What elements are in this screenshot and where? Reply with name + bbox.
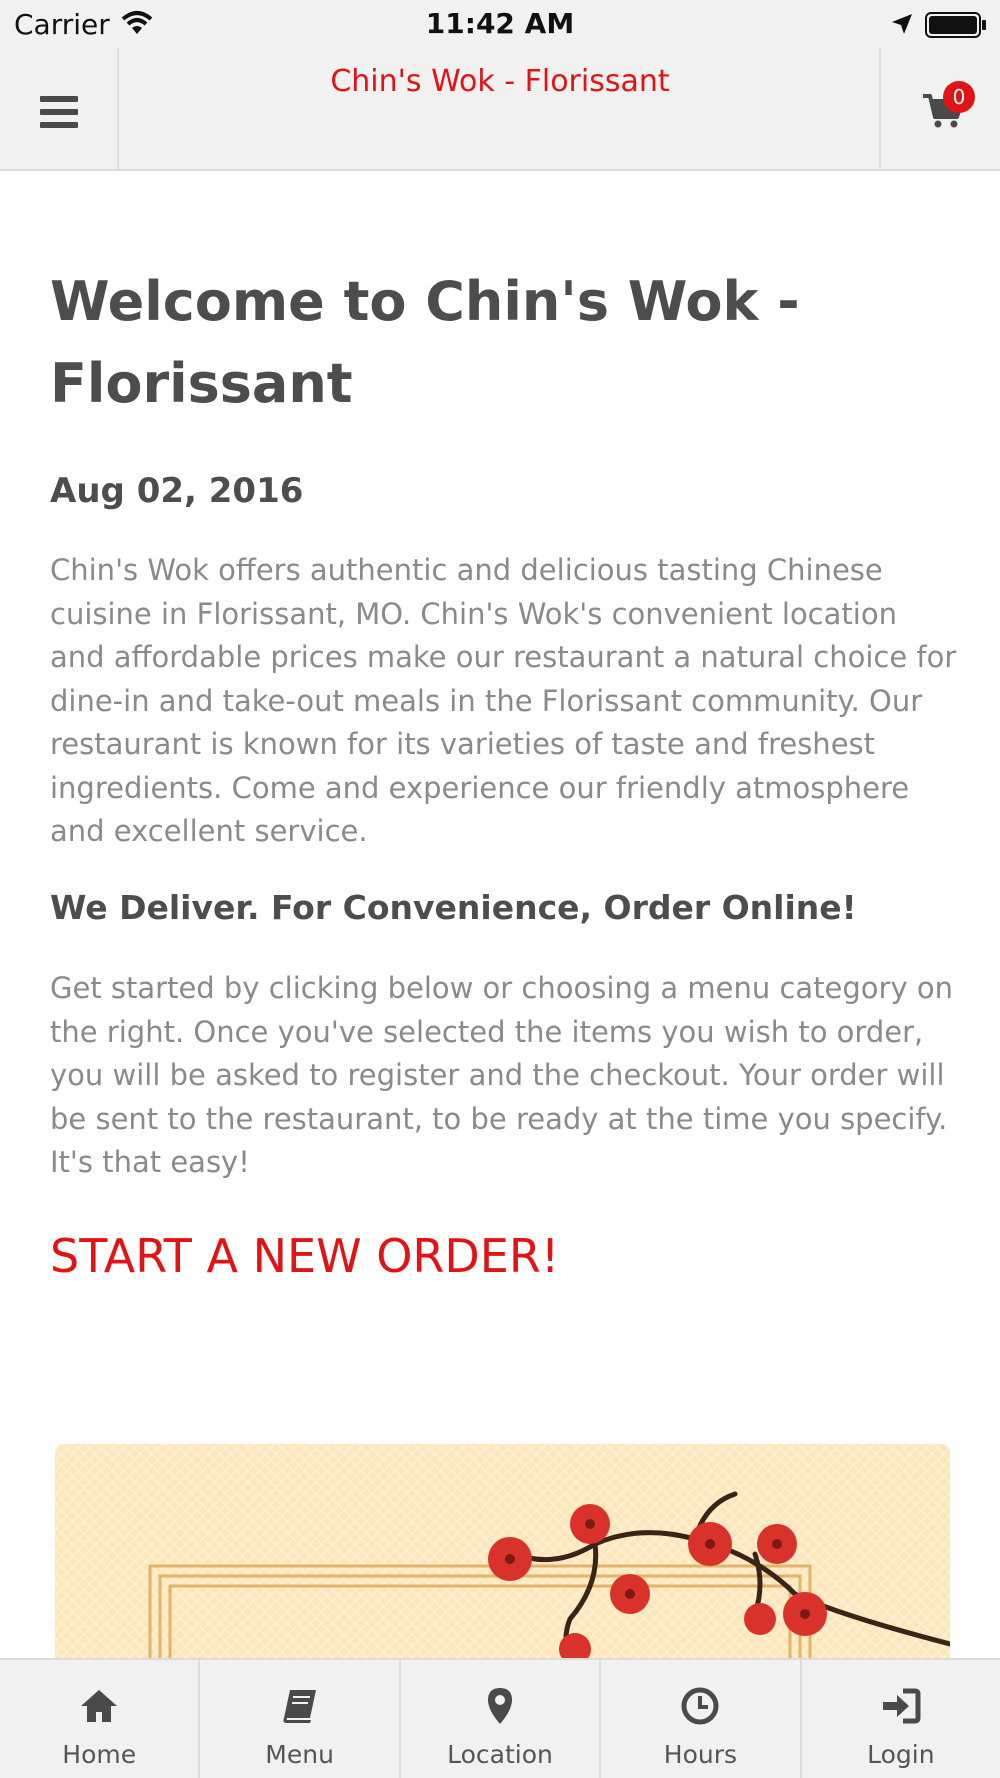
tab-menu[interactable]: Menu bbox=[200, 1660, 401, 1778]
tab-label: Login bbox=[867, 1740, 935, 1769]
menu-toggle-button[interactable] bbox=[0, 48, 119, 169]
start-new-order-link[interactable]: START A NEW ORDER! bbox=[50, 1229, 559, 1283]
banner-image bbox=[55, 1444, 950, 1664]
delivery-heading: We Deliver. For Convenience, Order Onlin… bbox=[50, 888, 857, 927]
instructions-paragraph: Get started by clicking below or choosin… bbox=[50, 971, 953, 1179]
tab-home[interactable]: Home bbox=[0, 1660, 201, 1778]
clock-icon bbox=[681, 1687, 719, 1725]
navbar: Chin's Wok - Florissant 0 bbox=[0, 48, 1000, 171]
map-marker-icon bbox=[488, 1688, 513, 1724]
cart-count-badge: 0 bbox=[943, 81, 975, 113]
status-time: 11:42 AM bbox=[425, 7, 575, 40]
cherry-blossom-illustration bbox=[148, 1491, 950, 1664]
battery-icon bbox=[925, 12, 986, 38]
hamburger-icon bbox=[40, 96, 78, 128]
cart-button[interactable]: 0 bbox=[879, 48, 1000, 169]
restaurant-title: Chin's Wok - Florissant bbox=[330, 64, 670, 99]
tab-login[interactable]: Login bbox=[802, 1660, 1000, 1778]
location-arrow-icon bbox=[892, 14, 912, 34]
bottom-tab-bar: Home Menu Location Hours Login bbox=[0, 1658, 1000, 1778]
sign-in-icon bbox=[882, 1688, 921, 1724]
tab-label: Hours bbox=[663, 1740, 738, 1769]
tab-location[interactable]: Location bbox=[401, 1660, 602, 1778]
tab-label: Location bbox=[447, 1740, 553, 1769]
tab-label: Home bbox=[62, 1740, 137, 1769]
tab-hours[interactable]: Hours bbox=[601, 1660, 802, 1778]
book-icon bbox=[283, 1690, 316, 1723]
home-icon bbox=[81, 1690, 118, 1722]
intro-paragraph: Chin's Wok offers authentic and deliciou… bbox=[50, 553, 957, 848]
tab-label: Menu bbox=[265, 1740, 334, 1769]
post-date: Aug 02, 2016 bbox=[50, 471, 304, 511]
page-title: Welcome to Chin's Wok - Florissant bbox=[50, 270, 800, 415]
status-bar: Carrier 11:42 AM bbox=[0, 0, 1000, 48]
